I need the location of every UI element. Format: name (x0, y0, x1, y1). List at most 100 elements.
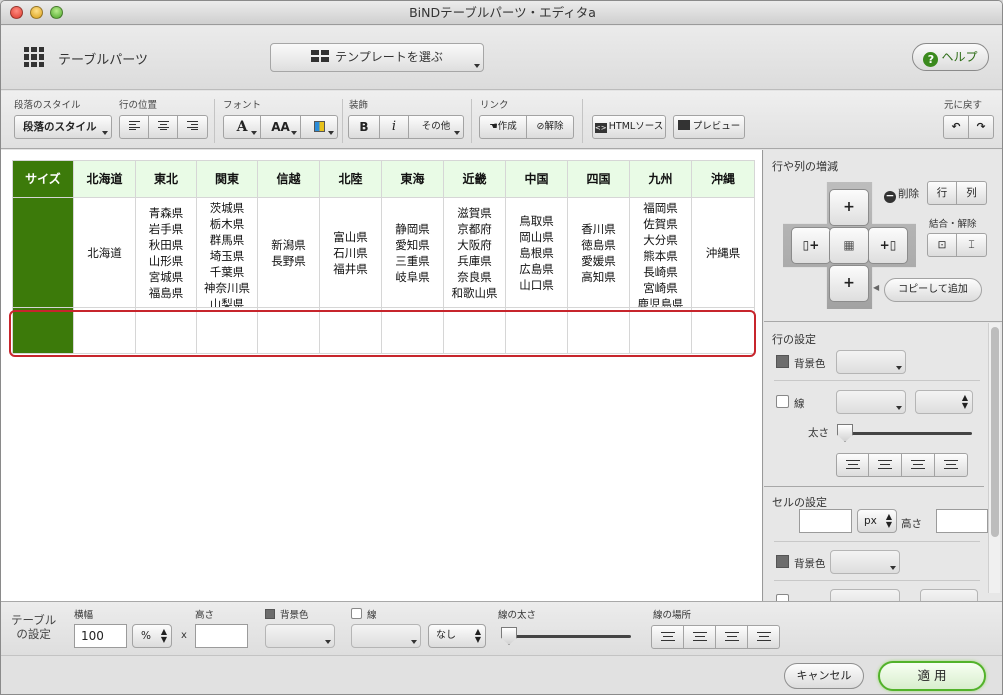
close-window-icon[interactable] (10, 6, 23, 19)
split-button[interactable]: ⌶ (957, 233, 987, 257)
table-cell[interactable]: 北海道 (73, 197, 136, 308)
table-border-style-select[interactable]: なし ▲ ▼ (428, 624, 486, 648)
align-center-button[interactable] (149, 115, 178, 139)
font-color-button[interactable] (301, 115, 338, 139)
italic-button[interactable]: i (380, 115, 409, 139)
align-left-button[interactable] (119, 115, 149, 139)
border-top-button[interactable] (836, 453, 869, 477)
section-divider (764, 486, 984, 487)
header-cell[interactable]: 信越 (257, 160, 320, 198)
table-cell[interactable]: 沖縄県 (691, 197, 755, 308)
add-col-right-button[interactable]: +▯ (868, 227, 908, 264)
redo-button[interactable]: ↷ (969, 115, 994, 139)
header-cell[interactable]: 東海 (381, 160, 444, 198)
table-width-input[interactable]: 100 (74, 624, 127, 648)
row-border-color-select[interactable] (836, 390, 906, 414)
table-cell[interactable]: 静岡県 愛知県 三重県 岐阜県 (381, 197, 444, 308)
undo-button[interactable]: ↶ (943, 115, 969, 139)
header-cell[interactable]: 沖縄 (691, 160, 755, 198)
header-cell[interactable]: 中国 (505, 160, 568, 198)
table-width-unit-select[interactable]: % ▲ ▼ (132, 624, 172, 648)
divider (774, 380, 980, 381)
other-decoration-button[interactable]: その他 (409, 115, 464, 139)
table-thickness-slider[interactable] (508, 635, 631, 638)
align-right-button[interactable] (178, 115, 208, 139)
table-thickness-knob[interactable] (501, 627, 517, 645)
link-remove-button[interactable]: ⊘解除 (527, 115, 574, 139)
help-button[interactable]: ? ヘルプ (912, 43, 989, 71)
color-palette-icon (313, 121, 325, 132)
preview-button[interactable]: プレビュー (673, 115, 745, 139)
header-cell[interactable]: 近畿 (443, 160, 506, 198)
header: テーブルパーツ テンプレートを選ぶ ? ヘルプ (1, 26, 1002, 90)
header-cell[interactable]: サイズ (12, 160, 74, 198)
decoration-label: 装飾 (349, 100, 369, 111)
border-right-icon (756, 632, 771, 641)
row-thickness-slider[interactable] (844, 432, 972, 435)
table-height-input[interactable] (195, 624, 248, 648)
align-left-icon (128, 121, 140, 130)
table-border-top-button[interactable] (651, 625, 684, 649)
minimize-window-icon[interactable] (30, 6, 43, 19)
delete-row-button[interactable]: 行 (927, 181, 957, 205)
choose-template-button[interactable]: テンプレートを選ぶ (270, 43, 484, 72)
html-source-button[interactable]: <> HTMLソース (592, 115, 666, 139)
table-bg-color-swatch[interactable] (265, 609, 275, 619)
header-cell[interactable]: 四国 (567, 160, 630, 198)
help-icon: ? (923, 52, 939, 67)
bold-button[interactable]: B (348, 115, 380, 139)
cell-width-input[interactable] (799, 509, 852, 533)
scrollbar-thumb[interactable] (991, 327, 999, 537)
table-height-label: 高さ (195, 610, 215, 621)
cancel-button[interactable]: キャンセル (784, 663, 864, 689)
border-right-button[interactable] (935, 453, 968, 477)
add-row-above-button[interactable]: + (829, 189, 869, 226)
zoom-window-icon[interactable] (50, 6, 63, 19)
merge-button[interactable]: ⊡ (927, 233, 957, 257)
apply-button[interactable]: 適 用 (878, 661, 986, 691)
header-cell[interactable]: 東北 (135, 160, 197, 198)
row-border-checkbox[interactable] (776, 395, 789, 408)
header-cell[interactable]: 九州 (629, 160, 692, 198)
table-cell[interactable]: 富山県 石川県 福井県 (319, 197, 382, 308)
table-cell[interactable]: 滋賀県 京都府 大阪府 兵庫県 奈良県 和歌山県 (443, 197, 506, 308)
row-bg-color-swatch[interactable] (776, 355, 789, 368)
cell-bg-color-swatch[interactable] (776, 555, 789, 568)
row-border-style-select[interactable]: ▲ ▼ (915, 390, 973, 414)
dropdown-arrow-icon (291, 131, 297, 135)
border-left-button[interactable] (902, 453, 935, 477)
table-border-right-button[interactable] (748, 625, 780, 649)
row-bg-color-select[interactable] (836, 350, 906, 374)
header-cell[interactable]: 北海道 (73, 160, 136, 198)
cell-unit-select[interactable]: px ▲ ▼ (857, 509, 897, 533)
table-cell[interactable]: 鳥取県 岡山県 島根県 広島県 山口県 (505, 197, 568, 308)
cell-height-input[interactable] (936, 509, 988, 533)
header-cell[interactable]: 北陸 (319, 160, 382, 198)
table-border-color-select[interactable] (351, 624, 421, 648)
add-col-left-button[interactable]: ▯+ (791, 227, 831, 264)
table-cell[interactable] (12, 197, 74, 308)
table-border-bottom-button[interactable] (684, 625, 716, 649)
table-border-checkbox[interactable] (351, 608, 362, 619)
delete-col-button[interactable]: 列 (957, 181, 987, 205)
font-face-button[interactable]: A (223, 115, 261, 139)
table-cell[interactable]: 福岡県 佐賀県 大分県 熊本県 長崎県 宮崎県 鹿児島県 (629, 197, 692, 308)
copy-add-button[interactable]: コピーして追加 (884, 278, 982, 302)
header-cell[interactable]: 関東 (196, 160, 258, 198)
row-thickness-knob[interactable] (837, 424, 853, 442)
add-row-below-button[interactable]: + (829, 265, 869, 302)
code-icon: <> (594, 123, 607, 133)
table-cell[interactable]: 青森県 岩手県 秋田県 山形県 宮城県 福島県 (135, 197, 197, 308)
para-style-select[interactable]: 段落のスタイル (14, 115, 112, 139)
settings-scrollbar[interactable] (988, 323, 1000, 593)
table-bg-color-select[interactable] (265, 624, 335, 648)
table-cell[interactable]: 香川県 徳島県 愛媛県 高知県 (567, 197, 630, 308)
border-top-icon (660, 632, 675, 641)
font-size-button[interactable]: AA (261, 115, 301, 139)
table-cell[interactable]: 新潟県 長野県 (257, 197, 320, 308)
link-create-button[interactable]: ☚作成 (479, 115, 527, 139)
table-border-left-button[interactable] (716, 625, 748, 649)
table-cell[interactable]: 茨城県 栃木県 群馬県 埼玉県 千葉県 神奈川県 山梨県 (196, 197, 258, 308)
cell-bg-color-select[interactable] (830, 550, 900, 574)
border-bottom-button[interactable] (869, 453, 902, 477)
